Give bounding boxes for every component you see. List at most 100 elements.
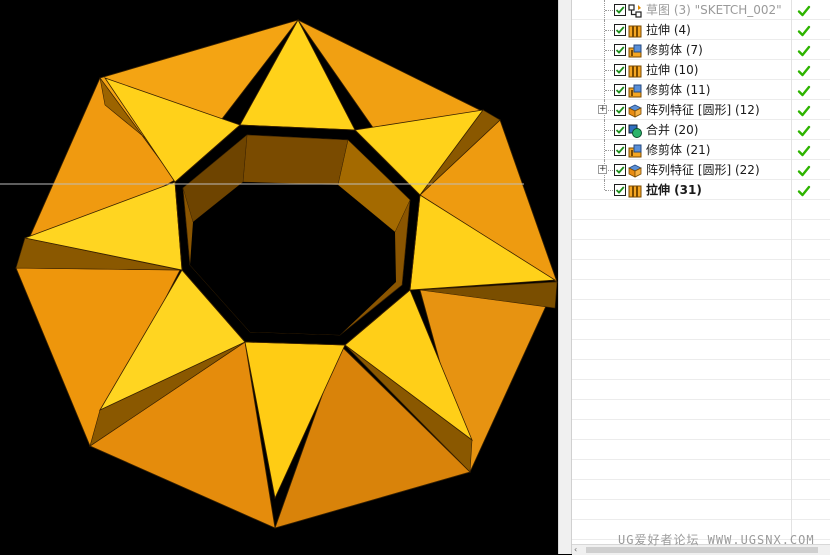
tree-connector: [605, 50, 613, 51]
sketch-icon: [628, 3, 642, 18]
tree-connector: [605, 10, 613, 11]
visibility-checkbox[interactable]: [614, 44, 626, 56]
feature-tree: 草图 (3) "SKETCH_002" 拉伸 (4) 修剪体 (7) 拉伸 (10) 修…: [572, 0, 830, 540]
visibility-checkbox[interactable]: [614, 164, 626, 176]
tree-row[interactable]: 修剪体 (21): [572, 140, 830, 160]
expand-toggle-icon[interactable]: +: [598, 165, 607, 174]
status-ok-icon: [797, 43, 811, 57]
status-ok-icon: [797, 23, 811, 37]
column-divider: [791, 460, 792, 480]
empty-row: [572, 440, 830, 460]
visibility-checkbox[interactable]: [614, 144, 626, 156]
empty-row: [572, 380, 830, 400]
trim-body-icon: [628, 43, 642, 58]
feature-label[interactable]: 合并 (20): [646, 123, 698, 137]
feature-label[interactable]: 修剪体 (7): [646, 43, 703, 57]
column-divider: [791, 80, 792, 100]
expand-toggle-icon[interactable]: +: [598, 105, 607, 114]
feature-label[interactable]: 修剪体 (21): [646, 143, 710, 157]
trim-body-icon: [628, 83, 642, 98]
feature-label[interactable]: 拉伸 (31): [646, 183, 702, 197]
column-divider: [791, 300, 792, 320]
status-ok-icon: [797, 183, 811, 197]
tree-connector: [605, 70, 613, 71]
empty-row: [572, 300, 830, 320]
column-divider: [791, 120, 792, 140]
tree-row[interactable]: 拉伸 (31): [572, 180, 830, 200]
visibility-checkbox[interactable]: [614, 84, 626, 96]
empty-row: [572, 420, 830, 440]
visibility-checkbox[interactable]: [614, 124, 626, 136]
status-ok-icon: [797, 123, 811, 137]
column-divider: [791, 240, 792, 260]
tree-connector: [605, 130, 613, 131]
model-render: [0, 19, 558, 529]
empty-row: [572, 220, 830, 240]
visibility-checkbox[interactable]: [614, 24, 626, 36]
column-divider: [791, 280, 792, 300]
empty-row: [572, 320, 830, 340]
tree-row[interactable]: + 阵列特征 [圆形] (22): [572, 160, 830, 180]
visibility-checkbox[interactable]: [614, 104, 626, 116]
extrude-icon: [628, 63, 642, 78]
feature-label[interactable]: 拉伸 (4): [646, 23, 691, 37]
feature-label[interactable]: 阵列特征 [圆形] (22): [646, 163, 760, 177]
column-divider: [791, 380, 792, 400]
column-divider: [791, 480, 792, 500]
tree-connector: [605, 190, 613, 191]
tree-connector: [605, 90, 613, 91]
column-divider: [791, 260, 792, 280]
visibility-checkbox[interactable]: [614, 64, 626, 76]
pattern-feature-icon: [628, 103, 642, 118]
tree-row[interactable]: 修剪体 (11): [572, 80, 830, 100]
unite-icon: [628, 123, 642, 138]
status-ok-icon: [797, 103, 811, 117]
tree-row[interactable]: + 阵列特征 [圆形] (12): [572, 100, 830, 120]
empty-row: [572, 240, 830, 260]
pattern-feature-icon: [628, 163, 642, 178]
column-divider: [791, 20, 792, 40]
column-divider: [791, 200, 792, 220]
part-navigator: 草图 (3) "SKETCH_002" 拉伸 (4) 修剪体 (7) 拉伸 (10) 修…: [572, 0, 830, 554]
visibility-checkbox[interactable]: [614, 184, 626, 196]
empty-row: [572, 340, 830, 360]
column-divider: [791, 320, 792, 340]
tree-row[interactable]: 拉伸 (10): [572, 60, 830, 80]
status-ok-icon: [797, 143, 811, 157]
empty-row: [572, 400, 830, 420]
tree-connector: [604, 180, 605, 190]
visibility-checkbox[interactable]: [614, 4, 626, 16]
empty-row: [572, 260, 830, 280]
column-divider: [791, 0, 792, 20]
status-ok-icon: [797, 3, 811, 17]
empty-row: [572, 460, 830, 480]
column-divider: [791, 180, 792, 200]
column-divider: [791, 340, 792, 360]
empty-row: [572, 280, 830, 300]
tree-connector: [605, 150, 613, 151]
column-divider: [791, 100, 792, 120]
tree-row[interactable]: 合并 (20): [572, 120, 830, 140]
column-divider: [791, 440, 792, 460]
status-ok-icon: [797, 83, 811, 97]
trim-body-icon: [628, 143, 642, 158]
feature-label[interactable]: 拉伸 (10): [646, 63, 698, 77]
feature-label[interactable]: 修剪体 (11): [646, 83, 710, 97]
feature-label[interactable]: 阵列特征 [圆形] (12): [646, 103, 760, 117]
column-divider: [791, 140, 792, 160]
graphics-viewport[interactable]: [0, 0, 558, 554]
tree-row[interactable]: 拉伸 (4): [572, 20, 830, 40]
tree-row[interactable]: 草图 (3) "SKETCH_002": [572, 0, 830, 20]
empty-row: [572, 480, 830, 500]
panel-splitter[interactable]: [558, 0, 572, 554]
column-divider: [791, 420, 792, 440]
model-face: [242, 134, 349, 186]
feature-label[interactable]: 草图 (3) "SKETCH_002": [646, 3, 782, 17]
scroll-left-icon[interactable]: ‹: [574, 545, 577, 554]
tree-row[interactable]: 修剪体 (7): [572, 40, 830, 60]
empty-row: [572, 360, 830, 380]
column-divider: [791, 160, 792, 180]
column-divider: [791, 40, 792, 60]
column-divider: [791, 220, 792, 240]
status-ok-icon: [797, 63, 811, 77]
